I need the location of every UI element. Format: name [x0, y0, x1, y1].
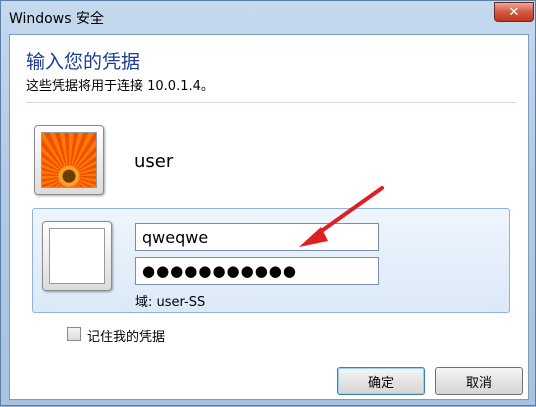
blank-avatar-icon: [49, 228, 105, 284]
login-avatar: [42, 221, 112, 291]
close-button[interactable]: ✕: [494, 2, 534, 22]
password-input[interactable]: ●●●●●●●●●●●: [135, 257, 379, 285]
title-bar: Windows 安全 ✕: [1, 1, 535, 33]
login-panel: qweqwe ●●●●●●●●●●● 域: user-SS: [32, 208, 510, 313]
close-icon: ✕: [508, 4, 520, 20]
remember-label[interactable]: 记住我的凭据: [87, 326, 165, 345]
dialog-subheading: 这些凭据将用于连接 10.0.1.4。: [26, 79, 214, 94]
username-input[interactable]: qweqwe: [135, 223, 379, 251]
user-tile-name[interactable]: user: [134, 151, 173, 172]
dialog-body: 输入您的凭据 这些凭据将用于连接 10.0.1.4。 user qweqwe ●…: [9, 34, 529, 400]
remember-checkbox[interactable]: [67, 327, 81, 341]
user-tile-avatar[interactable]: [34, 125, 104, 195]
credential-dialog: Windows 安全 ✕ 输入您的凭据 这些凭据将用于连接 10.0.1.4。 …: [0, 0, 536, 406]
divider: [26, 102, 516, 103]
cancel-button[interactable]: 取消: [435, 367, 523, 395]
flower-avatar-icon: [41, 132, 97, 188]
ok-button[interactable]: 确定: [337, 367, 425, 395]
dialog-heading: 输入您的凭据: [26, 51, 141, 73]
domain-label: 域: user-SS: [135, 295, 206, 310]
window-title: Windows 安全: [9, 11, 104, 27]
